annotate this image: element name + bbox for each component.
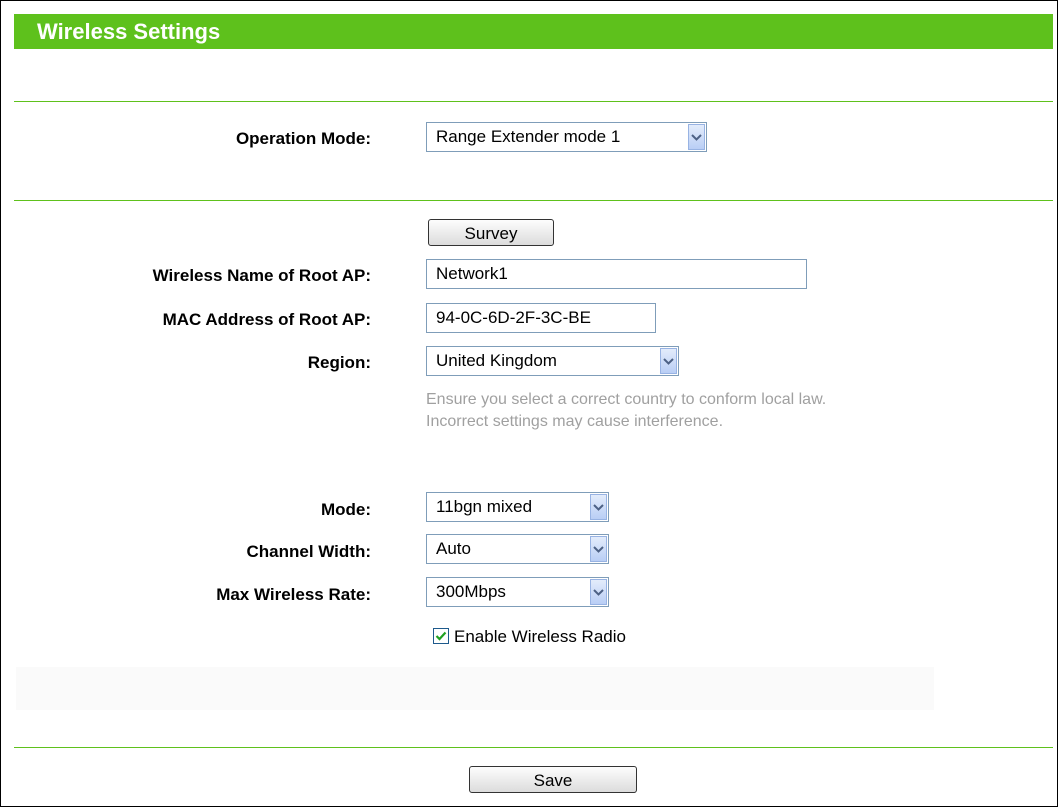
max-rate-value: 300Mbps (436, 582, 506, 601)
operation-mode-select[interactable]: Range Extender mode 1 (426, 122, 707, 152)
save-button[interactable]: Save (469, 766, 637, 793)
enable-radio-label: Enable Wireless Radio (454, 627, 626, 646)
check-icon (435, 631, 447, 641)
root-ap-mac-value: 94-0C-6D-2F-3C-BE (436, 308, 591, 327)
region-value: United Kingdom (436, 351, 557, 370)
region-hint-line2: Incorrect settings may cause interferenc… (426, 413, 724, 430)
chevron-down-icon[interactable] (590, 494, 607, 520)
channel-width-label: Channel Width: (246, 542, 372, 561)
region-hint-line1: Ensure you select a correct country to c… (426, 391, 827, 408)
chevron-down-icon[interactable] (660, 348, 677, 374)
chevron-down-icon[interactable] (688, 124, 705, 150)
root-ap-name-input[interactable]: Network1 (426, 259, 807, 289)
region-select[interactable]: United Kingdom (426, 346, 679, 376)
status-area (16, 667, 934, 710)
root-ap-mac-input[interactable]: 94-0C-6D-2F-3C-BE (426, 303, 656, 333)
max-rate-select[interactable]: 300Mbps (426, 577, 609, 607)
settings-panel: Wireless Settings Operation Mode: Range … (0, 0, 1058, 807)
operation-mode-value: Range Extender mode 1 (436, 127, 621, 146)
enable-radio-checkbox[interactable] (433, 628, 449, 644)
survey-button[interactable]: Survey (428, 219, 554, 246)
mode-select[interactable]: 11bgn mixed (426, 492, 609, 522)
page-title: Wireless Settings (37, 19, 221, 44)
mode-value: 11bgn mixed (436, 497, 533, 516)
region-label: Region: (307, 353, 371, 372)
divider (14, 101, 1053, 102)
root-ap-name-label: Wireless Name of Root AP: (152, 266, 371, 285)
root-ap-mac-label: MAC Address of Root AP: (162, 310, 371, 329)
operation-mode-label: Operation Mode: (235, 129, 371, 148)
mode-label: Mode: (320, 500, 371, 519)
divider (14, 747, 1053, 748)
channel-width-value: Auto (436, 539, 471, 558)
divider (14, 200, 1053, 201)
channel-width-select[interactable]: Auto (426, 534, 609, 564)
page-header: Wireless Settings (14, 14, 1053, 49)
max-rate-label: Max Wireless Rate: (216, 585, 371, 604)
root-ap-name-value: Network1 (436, 264, 508, 283)
chevron-down-icon[interactable] (590, 579, 607, 605)
chevron-down-icon[interactable] (590, 536, 607, 562)
